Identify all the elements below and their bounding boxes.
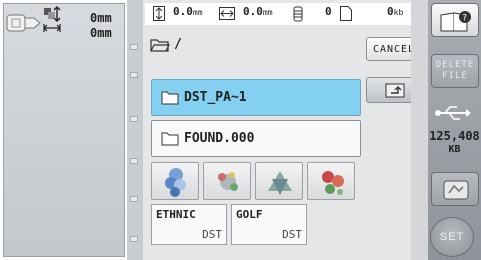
folder-item[interactable]: DST_PA~1	[151, 79, 361, 116]
memory-card-icon	[443, 180, 469, 200]
capacity-unit: KB	[448, 144, 461, 155]
usb-icon	[435, 106, 471, 120]
memory-button[interactable]	[431, 172, 479, 206]
leaf-pattern-icon	[268, 171, 292, 195]
svg-text:?: ?	[462, 14, 467, 24]
design-height-value: 0mm	[90, 11, 112, 25]
file-size-value: 0kb	[387, 5, 404, 18]
delete-file-button[interactable]: DELETE FILE	[431, 54, 479, 88]
folder-icon	[161, 91, 179, 105]
file-type: DST	[202, 228, 222, 241]
folder-name: FOUND.000	[184, 131, 255, 146]
pattern-thumbnail[interactable]	[307, 162, 355, 200]
rail-tick	[130, 196, 138, 202]
design-width-value: 0mm	[90, 26, 112, 40]
color-count-value: 0	[325, 5, 332, 18]
flower-pattern-icon	[165, 168, 186, 197]
open-folder-icon	[150, 39, 170, 52]
folder-item[interactable]: FOUND.000	[151, 120, 361, 157]
current-path: /	[150, 35, 360, 57]
horizontal-size-value: 0.0mm	[243, 5, 273, 18]
embroidery-file-screen: 0mm 0mm 0.0mm 0.0mm 0 0kb / CANCEL DST_P…	[0, 0, 481, 260]
help-book-icon: ?	[440, 11, 471, 32]
set-button[interactable]: SET	[430, 217, 474, 257]
help-button[interactable]: ?	[431, 3, 479, 37]
path-text: /	[174, 37, 182, 52]
rail-tick	[130, 72, 138, 78]
folder-name: DST_PA~1	[184, 90, 247, 105]
file-name: GOLF	[236, 208, 263, 221]
folder-icon	[161, 132, 179, 146]
pattern-thumbnail[interactable]	[203, 162, 251, 200]
file-item[interactable]: GOLF DST	[231, 204, 307, 245]
file-name: ETHNIC	[156, 208, 196, 221]
file-type: DST	[282, 228, 302, 241]
rail-tick	[130, 44, 138, 50]
horizontal-size-icon	[219, 7, 235, 20]
capacity-value: 125,408	[429, 129, 480, 143]
flower-pattern-icon	[218, 172, 238, 191]
delete-label-line1: DELETE	[435, 60, 475, 70]
rose-pattern-icon	[322, 171, 344, 195]
status-bar: 0.0mm 0.0mm 0 0kb	[145, 3, 428, 25]
parent-folder-icon	[385, 83, 405, 98]
rail-tick	[130, 236, 138, 242]
left-rail	[127, 0, 143, 260]
file-item[interactable]: ETHNIC DST	[151, 204, 227, 245]
rail-tick	[130, 116, 138, 122]
vertical-size-icon	[153, 6, 165, 21]
right-scroll-rail	[411, 0, 428, 260]
rail-tick	[130, 158, 138, 164]
thread-spool-icon	[293, 6, 303, 22]
design-preview-panel: 0mm 0mm	[3, 3, 125, 257]
pattern-thumbnail[interactable]	[151, 162, 199, 200]
needle-position-icon	[43, 6, 61, 32]
file-size-icon	[340, 6, 352, 21]
delete-label-line2: FILE	[442, 71, 468, 81]
vertical-size-value: 0.0mm	[173, 5, 203, 18]
pattern-thumbnail[interactable]	[255, 162, 303, 200]
